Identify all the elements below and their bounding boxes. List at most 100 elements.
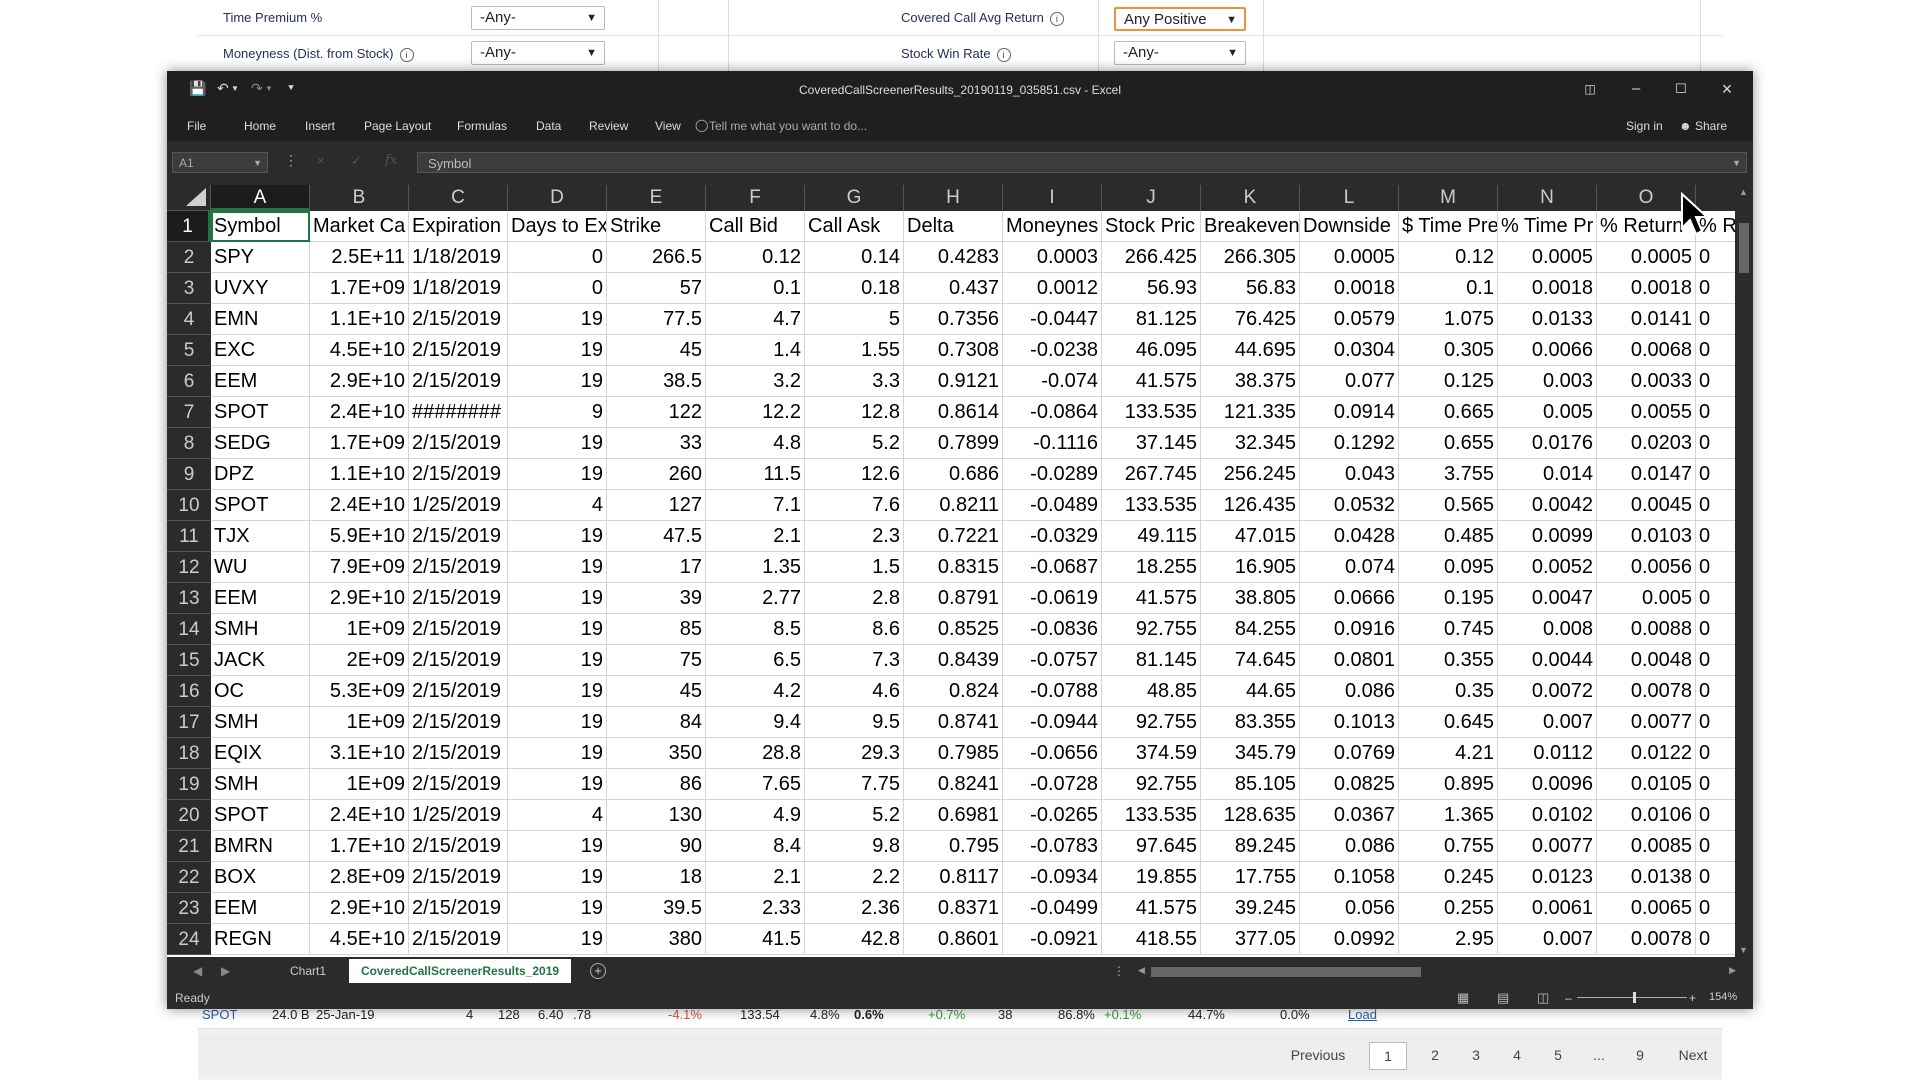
table-cell[interactable]: 83.355 xyxy=(1201,707,1300,738)
table-cell[interactable]: 126.435 xyxy=(1201,490,1300,521)
table-cell[interactable]: 0.4283 xyxy=(904,242,1003,273)
table-cell[interactable]: 127 xyxy=(607,490,706,521)
table-cell[interactable]: 4.6 xyxy=(805,676,904,707)
table-cell[interactable]: 0.0203 xyxy=(1597,428,1696,459)
table-cell[interactable]: 2/15/2019 xyxy=(409,924,508,955)
table-cell[interactable]: 0 xyxy=(1696,862,1735,893)
table-cell[interactable]: 0.0825 xyxy=(1300,769,1399,800)
table-cell[interactable]: TJX xyxy=(211,521,310,552)
table-cell[interactable]: 8.5 xyxy=(706,614,805,645)
select-all-button[interactable] xyxy=(167,185,211,211)
table-cell[interactable]: 0 xyxy=(1696,490,1735,521)
table-cell[interactable]: SMH xyxy=(211,614,310,645)
table-cell[interactable]: 0.8601 xyxy=(904,924,1003,955)
table-cell[interactable]: 0.0579 xyxy=(1300,304,1399,335)
table-cell[interactable]: -0.0836 xyxy=(1003,614,1102,645)
table-cell[interactable]: 2.33 xyxy=(706,893,805,924)
table-cell[interactable]: 2.8E+09 xyxy=(310,862,409,893)
table-cell[interactable]: 47.015 xyxy=(1201,521,1300,552)
table-cell[interactable]: EEM xyxy=(211,366,310,397)
table-cell[interactable]: 1E+09 xyxy=(310,614,409,645)
table-cell[interactable]: 0 xyxy=(1696,583,1735,614)
table-cell[interactable]: 0.0099 xyxy=(1498,521,1597,552)
table-cell[interactable]: 2/15/2019 xyxy=(409,769,508,800)
table-cell[interactable]: 121.335 xyxy=(1201,397,1300,428)
table-cell[interactable]: 2.4E+10 xyxy=(310,800,409,831)
time-premium-select[interactable]: -Any- ▼ xyxy=(471,6,605,30)
table-cell[interactable]: 0.8614 xyxy=(904,397,1003,428)
table-cell[interactable]: 4.9 xyxy=(706,800,805,831)
table-cell[interactable]: 0.745 xyxy=(1399,614,1498,645)
table-cell[interactable]: 0.8117 xyxy=(904,862,1003,893)
row-header[interactable]: 8 xyxy=(167,428,211,459)
table-cell[interactable]: 4 xyxy=(508,800,607,831)
table-cell[interactable]: 0 xyxy=(1696,645,1735,676)
table-cell[interactable]: 0.005 xyxy=(1597,583,1696,614)
table-cell[interactable]: 1.4 xyxy=(706,335,805,366)
add-sheet-icon[interactable]: + xyxy=(590,963,606,979)
zoom-level[interactable]: 154% xyxy=(1709,991,1737,1003)
table-cell[interactable]: 266.5 xyxy=(607,242,706,273)
table-cell[interactable]: 1.1E+10 xyxy=(310,304,409,335)
header-cell[interactable]: Breakeven xyxy=(1201,211,1300,242)
scroll-thumb[interactable] xyxy=(1739,223,1749,273)
tab-view[interactable]: View xyxy=(655,119,681,133)
table-cell[interactable]: -0.0447 xyxy=(1003,304,1102,335)
table-cell[interactable]: 0.056 xyxy=(1300,893,1399,924)
table-cell[interactable]: 0.0018 xyxy=(1597,273,1696,304)
page-break-view-icon[interactable]: ◫ xyxy=(1537,990,1549,1006)
table-cell[interactable]: 0.14 xyxy=(805,242,904,273)
table-cell[interactable]: 19 xyxy=(508,459,607,490)
tab-home[interactable]: Home xyxy=(244,119,276,133)
table-cell[interactable]: 0.0176 xyxy=(1498,428,1597,459)
table-cell[interactable]: 122 xyxy=(607,397,706,428)
page-5-button[interactable]: 5 xyxy=(1543,1042,1573,1068)
table-cell[interactable]: ######## xyxy=(409,397,508,428)
table-cell[interactable]: 39 xyxy=(607,583,706,614)
header-cell[interactable]: % Time Pr xyxy=(1498,211,1597,242)
table-cell[interactable]: SMH xyxy=(211,769,310,800)
table-cell[interactable]: 0.0018 xyxy=(1300,273,1399,304)
table-cell[interactable]: 0.0103 xyxy=(1597,521,1696,552)
table-cell[interactable]: 4.5E+10 xyxy=(310,335,409,366)
header-cell[interactable]: Stock Pric xyxy=(1102,211,1201,242)
table-cell[interactable]: 5.9E+10 xyxy=(310,521,409,552)
table-cell[interactable]: 2/15/2019 xyxy=(409,521,508,552)
table-cell[interactable]: 37.145 xyxy=(1102,428,1201,459)
sheet-tab-results[interactable]: CoveredCallScreenerResults_2019 xyxy=(349,959,571,983)
table-cell[interactable]: 0.0428 xyxy=(1300,521,1399,552)
row-header[interactable]: 14 xyxy=(167,614,211,645)
table-cell[interactable]: 3.1E+10 xyxy=(310,738,409,769)
table-cell[interactable]: 0.795 xyxy=(904,831,1003,862)
row-header[interactable]: 19 xyxy=(167,769,211,800)
table-cell[interactable]: 0.1 xyxy=(706,273,805,304)
table-cell[interactable]: 47.5 xyxy=(607,521,706,552)
table-cell[interactable]: 41.575 xyxy=(1102,583,1201,614)
table-cell[interactable]: 0 xyxy=(1696,459,1735,490)
table-cell[interactable]: 0.007 xyxy=(1498,707,1597,738)
table-cell[interactable]: 0.35 xyxy=(1399,676,1498,707)
scroll-right-icon[interactable]: ▶ xyxy=(1729,965,1736,976)
normal-view-icon[interactable]: ▦ xyxy=(1457,990,1469,1006)
column-header-l[interactable]: L xyxy=(1300,185,1399,211)
vertical-scrollbar[interactable]: ▲ ▼ xyxy=(1735,185,1753,957)
table-cell[interactable]: 0.645 xyxy=(1399,707,1498,738)
table-cell[interactable]: 57 xyxy=(607,273,706,304)
table-cell[interactable]: 0.8741 xyxy=(904,707,1003,738)
table-cell[interactable]: 0.0042 xyxy=(1498,490,1597,521)
table-cell[interactable]: 38.5 xyxy=(607,366,706,397)
table-cell[interactable]: 0.755 xyxy=(1399,831,1498,862)
table-cell[interactable]: 12.8 xyxy=(805,397,904,428)
table-cell[interactable]: 2.9E+10 xyxy=(310,583,409,614)
table-cell[interactable]: 4.21 xyxy=(1399,738,1498,769)
table-cell[interactable]: 38.375 xyxy=(1201,366,1300,397)
table-cell[interactable]: 29.3 xyxy=(805,738,904,769)
table-cell[interactable]: 0.095 xyxy=(1399,552,1498,583)
table-cell[interactable]: EEM xyxy=(211,583,310,614)
table-cell[interactable]: 260 xyxy=(607,459,706,490)
table-cell[interactable]: 0 xyxy=(1696,242,1735,273)
table-cell[interactable]: 0 xyxy=(1696,769,1735,800)
column-header-f[interactable]: F xyxy=(706,185,805,211)
row-header[interactable]: 13 xyxy=(167,583,211,614)
column-header-m[interactable]: M xyxy=(1399,185,1498,211)
